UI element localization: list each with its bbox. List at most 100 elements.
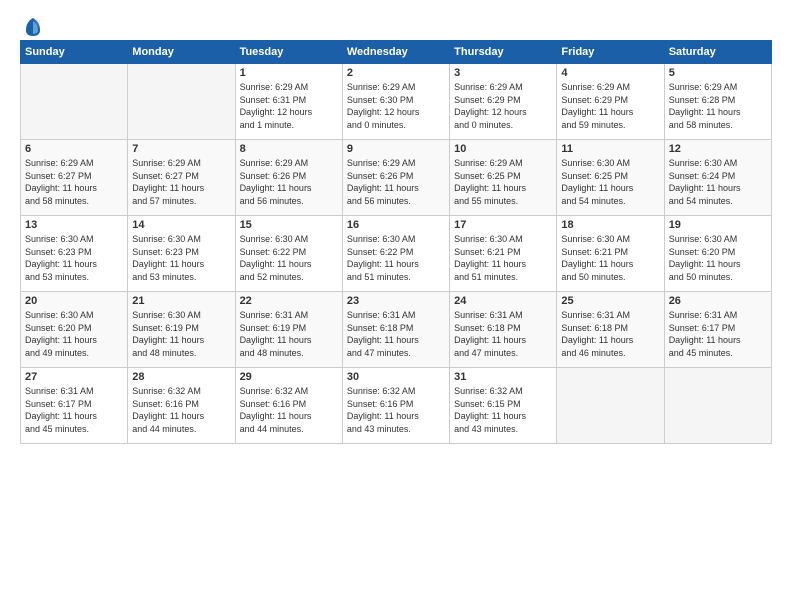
- day-info: Sunrise: 6:29 AM Sunset: 6:27 PM Dayligh…: [25, 157, 123, 207]
- day-info: Sunrise: 6:30 AM Sunset: 6:25 PM Dayligh…: [561, 157, 659, 207]
- header: [20, 16, 772, 34]
- main-container: SundayMondayTuesdayWednesdayThursdayFrid…: [0, 0, 792, 454]
- week-row-1: 1 Sunrise: 6:29 AM Sunset: 6:31 PM Daylig…: [21, 64, 772, 140]
- col-header-thursday: Thursday: [450, 41, 557, 64]
- calendar-cell: 27 Sunrise: 6:31 AM Sunset: 6:17 PM Dayli…: [21, 368, 128, 444]
- day-number: 15: [240, 219, 338, 231]
- day-number: 1: [240, 67, 338, 79]
- day-info: Sunrise: 6:30 AM Sunset: 6:23 PM Dayligh…: [25, 233, 123, 283]
- day-number: 23: [347, 295, 445, 307]
- day-number: 29: [240, 371, 338, 383]
- day-info: Sunrise: 6:29 AM Sunset: 6:28 PM Dayligh…: [669, 81, 767, 131]
- day-number: 24: [454, 295, 552, 307]
- day-number: 27: [25, 371, 123, 383]
- day-number: 9: [347, 143, 445, 155]
- day-info: Sunrise: 6:30 AM Sunset: 6:21 PM Dayligh…: [454, 233, 552, 283]
- calendar-cell: 30 Sunrise: 6:32 AM Sunset: 6:16 PM Dayli…: [342, 368, 449, 444]
- calendar-cell: 20 Sunrise: 6:30 AM Sunset: 6:20 PM Dayli…: [21, 292, 128, 368]
- day-info: Sunrise: 6:32 AM Sunset: 6:16 PM Dayligh…: [347, 385, 445, 435]
- day-number: 19: [669, 219, 767, 231]
- day-number: 25: [561, 295, 659, 307]
- day-info: Sunrise: 6:30 AM Sunset: 6:21 PM Dayligh…: [561, 233, 659, 283]
- day-number: 18: [561, 219, 659, 231]
- calendar-cell: 28Sunrise: 6:32 AM Sunset: 6:16 PM Dayli…: [128, 368, 235, 444]
- day-number: 20: [25, 295, 123, 307]
- day-info: Sunrise: 6:30 AM Sunset: 6:23 PM Dayligh…: [132, 233, 230, 283]
- day-number: 14: [132, 219, 230, 231]
- calendar-cell: 16Sunrise: 6:30 AM Sunset: 6:22 PM Dayli…: [342, 216, 449, 292]
- calendar-cell: 15Sunrise: 6:30 AM Sunset: 6:22 PM Dayli…: [235, 216, 342, 292]
- day-number: 4: [561, 67, 659, 79]
- calendar-cell: [557, 368, 664, 444]
- calendar-cell: 17Sunrise: 6:30 AM Sunset: 6:21 PM Dayli…: [450, 216, 557, 292]
- col-header-monday: Monday: [128, 41, 235, 64]
- day-number: 5: [669, 67, 767, 79]
- day-number: 11: [561, 143, 659, 155]
- calendar-cell: 14 Sunrise: 6:30 AM Sunset: 6:23 PM Dayli…: [128, 216, 235, 292]
- calendar-cell: 1 Sunrise: 6:29 AM Sunset: 6:31 PM Daylig…: [235, 64, 342, 140]
- calendar-table: SundayMondayTuesdayWednesdayThursdayFrid…: [20, 40, 772, 444]
- calendar-cell: 3 Sunrise: 6:29 AM Sunset: 6:29 PM Daylig…: [450, 64, 557, 140]
- day-info: Sunrise: 6:29 AM Sunset: 6:25 PM Dayligh…: [454, 157, 552, 207]
- calendar-cell: 19Sunrise: 6:30 AM Sunset: 6:20 PM Dayli…: [664, 216, 771, 292]
- calendar-cell: [21, 64, 128, 140]
- day-info: Sunrise: 6:29 AM Sunset: 6:29 PM Dayligh…: [454, 81, 552, 131]
- day-info: Sunrise: 6:31 AM Sunset: 6:18 PM Dayligh…: [561, 309, 659, 359]
- day-info: Sunrise: 6:29 AM Sunset: 6:29 PM Dayligh…: [561, 81, 659, 131]
- col-header-sunday: Sunday: [21, 41, 128, 64]
- col-header-tuesday: Tuesday: [235, 41, 342, 64]
- calendar-cell: 29 Sunrise: 6:32 AM Sunset: 6:16 PM Dayli…: [235, 368, 342, 444]
- logo: [20, 16, 44, 34]
- day-number: 13: [25, 219, 123, 231]
- calendar-cell: 8 Sunrise: 6:29 AM Sunset: 6:26 PM Daylig…: [235, 140, 342, 216]
- week-row-5: 27 Sunrise: 6:31 AM Sunset: 6:17 PM Dayli…: [21, 368, 772, 444]
- day-info: Sunrise: 6:32 AM Sunset: 6:16 PM Dayligh…: [240, 385, 338, 435]
- day-info: Sunrise: 6:31 AM Sunset: 6:17 PM Dayligh…: [669, 309, 767, 359]
- calendar-cell: 4 Sunrise: 6:29 AM Sunset: 6:29 PM Daylig…: [557, 64, 664, 140]
- col-header-saturday: Saturday: [664, 41, 771, 64]
- calendar-cell: 9 Sunrise: 6:29 AM Sunset: 6:26 PM Daylig…: [342, 140, 449, 216]
- calendar-cell: [128, 64, 235, 140]
- calendar-cell: 26 Sunrise: 6:31 AM Sunset: 6:17 PM Dayli…: [664, 292, 771, 368]
- col-header-wednesday: Wednesday: [342, 41, 449, 64]
- logo-icon: [22, 16, 44, 38]
- day-info: Sunrise: 6:30 AM Sunset: 6:20 PM Dayligh…: [25, 309, 123, 359]
- week-row-4: 20 Sunrise: 6:30 AM Sunset: 6:20 PM Dayli…: [21, 292, 772, 368]
- calendar-cell: 23 Sunrise: 6:31 AM Sunset: 6:18 PM Dayli…: [342, 292, 449, 368]
- day-info: Sunrise: 6:29 AM Sunset: 6:26 PM Dayligh…: [240, 157, 338, 207]
- day-number: 21: [132, 295, 230, 307]
- calendar-cell: 5 Sunrise: 6:29 AM Sunset: 6:28 PM Daylig…: [664, 64, 771, 140]
- calendar-cell: [664, 368, 771, 444]
- day-number: 8: [240, 143, 338, 155]
- calendar-cell: 25 Sunrise: 6:31 AM Sunset: 6:18 PM Dayli…: [557, 292, 664, 368]
- day-info: Sunrise: 6:29 AM Sunset: 6:30 PM Dayligh…: [347, 81, 445, 131]
- calendar-cell: 12Sunrise: 6:30 AM Sunset: 6:24 PM Dayli…: [664, 140, 771, 216]
- day-number: 10: [454, 143, 552, 155]
- day-number: 16: [347, 219, 445, 231]
- calendar-cell: 18 Sunrise: 6:30 AM Sunset: 6:21 PM Dayli…: [557, 216, 664, 292]
- day-number: 2: [347, 67, 445, 79]
- day-number: 6: [25, 143, 123, 155]
- day-info: Sunrise: 6:32 AM Sunset: 6:16 PM Dayligh…: [132, 385, 230, 435]
- day-number: 31: [454, 371, 552, 383]
- calendar-cell: 13 Sunrise: 6:30 AM Sunset: 6:23 PM Dayli…: [21, 216, 128, 292]
- calendar-cell: 11 Sunrise: 6:30 AM Sunset: 6:25 PM Dayli…: [557, 140, 664, 216]
- day-info: Sunrise: 6:31 AM Sunset: 6:18 PM Dayligh…: [347, 309, 445, 359]
- calendar-cell: 21Sunrise: 6:30 AM Sunset: 6:19 PM Dayli…: [128, 292, 235, 368]
- day-info: Sunrise: 6:29 AM Sunset: 6:31 PM Dayligh…: [240, 81, 338, 131]
- day-info: Sunrise: 6:32 AM Sunset: 6:15 PM Dayligh…: [454, 385, 552, 435]
- day-info: Sunrise: 6:29 AM Sunset: 6:27 PM Dayligh…: [132, 157, 230, 207]
- calendar-cell: 24Sunrise: 6:31 AM Sunset: 6:18 PM Dayli…: [450, 292, 557, 368]
- calendar-cell: 2 Sunrise: 6:29 AM Sunset: 6:30 PM Daylig…: [342, 64, 449, 140]
- calendar-cell: 31 Sunrise: 6:32 AM Sunset: 6:15 PM Dayli…: [450, 368, 557, 444]
- day-info: Sunrise: 6:31 AM Sunset: 6:17 PM Dayligh…: [25, 385, 123, 435]
- week-row-2: 6 Sunrise: 6:29 AM Sunset: 6:27 PM Daylig…: [21, 140, 772, 216]
- day-number: 30: [347, 371, 445, 383]
- day-info: Sunrise: 6:29 AM Sunset: 6:26 PM Dayligh…: [347, 157, 445, 207]
- calendar-cell: 6 Sunrise: 6:29 AM Sunset: 6:27 PM Daylig…: [21, 140, 128, 216]
- day-number: 26: [669, 295, 767, 307]
- calendar-cell: 7 Sunrise: 6:29 AM Sunset: 6:27 PM Daylig…: [128, 140, 235, 216]
- calendar-cell: 10 Sunrise: 6:29 AM Sunset: 6:25 PM Dayli…: [450, 140, 557, 216]
- day-number: 7: [132, 143, 230, 155]
- day-number: 3: [454, 67, 552, 79]
